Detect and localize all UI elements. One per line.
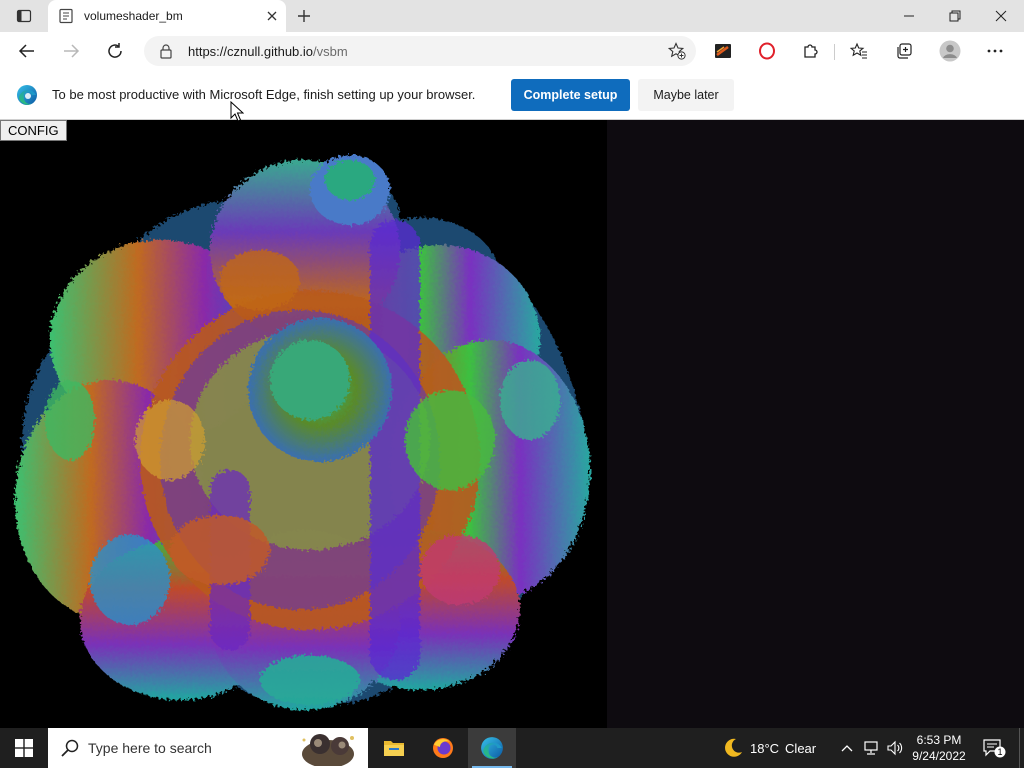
tab-title: volumeshader_bm [84,9,183,23]
restore-button[interactable] [932,0,978,32]
moon-icon [725,738,742,757]
profile-button[interactable] [935,36,965,66]
refresh-icon [108,43,122,58]
notification-count: 1 [997,747,1002,757]
close-icon [267,11,277,21]
edge-logo-icon [17,85,37,105]
weather-widget[interactable]: 18°C Clear [722,728,816,768]
complete-setup-button[interactable]: Complete setup [511,79,630,111]
extension-app-icon [715,44,731,58]
taskbar-search-box[interactable]: Type here to search [48,728,368,768]
page-favicon-icon [59,8,73,24]
firefox-icon [433,738,453,758]
page-content: CONFIG [0,120,1024,728]
minimize-icon [904,15,914,17]
tab-close-button[interactable] [264,8,280,24]
arrow-right-icon [64,44,80,58]
browser-tab[interactable]: volumeshader_bm [48,0,286,32]
volume-button[interactable] [884,728,906,768]
edge-icon [481,737,503,759]
star-plus-icon [668,42,686,60]
puzzle-icon [804,44,818,58]
tab-actions-icon [16,9,32,23]
url-text[interactable]: https://cznull.github.io/vsbm [188,44,348,59]
opera-extension-button[interactable] [752,36,782,66]
more-dots-icon [987,49,1003,53]
extensions-button[interactable] [796,36,826,66]
tab-actions-button[interactable] [8,4,40,28]
close-window-button[interactable] [978,0,1024,32]
browser-toolbar: https://cznull.github.io/vsbm [0,32,1024,70]
search-highlight-gorilla-icon [302,734,354,766]
maybe-later-button[interactable]: Maybe later [638,79,734,111]
search-placeholder: Type here to search [88,740,212,756]
arrow-left-icon [18,44,34,58]
taskbar-firefox[interactable] [419,728,467,768]
plus-icon [298,10,310,22]
show-hidden-icons-button[interactable] [838,728,856,768]
setup-infobar: To be most productive with Microsoft Edg… [0,70,1024,120]
start-button[interactable] [0,728,48,768]
new-tab-button[interactable] [292,5,316,27]
url-path: /vsbm [313,44,348,59]
folder-icon [384,741,404,756]
close-icon [995,10,1007,22]
collections-icon [897,43,912,59]
back-button[interactable] [12,36,42,66]
taskbar: Type here to search 18°C Clear 6:53 PM 9… [0,728,1024,768]
forward-button[interactable] [56,36,86,66]
opera-icon [759,42,775,60]
refresh-button[interactable] [100,36,130,66]
infobar-message: To be most productive with Microsoft Edg… [52,87,476,102]
search-icon [61,739,79,757]
chevron-up-icon [841,745,853,752]
extension-1-button[interactable] [708,36,738,66]
notification-icon: 1 [983,739,1006,758]
weather-description: Clear [785,740,817,756]
toolbar-separator [834,44,835,60]
favorites-button[interactable] [844,36,874,66]
url-host: https://cznull.github.io [188,44,314,59]
collections-button[interactable] [889,36,919,66]
config-button[interactable]: CONFIG [0,120,67,141]
settings-menu-button[interactable] [980,36,1010,66]
show-desktop-button[interactable] [1019,728,1024,768]
weather-temperature: 18°C [750,740,780,756]
restore-icon [949,10,961,22]
mouse-cursor-icon [230,101,244,122]
favorites-icon [850,42,867,59]
network-icon [864,741,878,755]
canvas-background [607,120,1024,728]
minimize-button[interactable] [886,0,932,32]
fractal-render-canvas[interactable] [10,140,600,720]
lock-icon[interactable] [158,43,174,59]
taskbar-file-explorer[interactable] [370,728,418,768]
network-button[interactable] [860,728,882,768]
title-bar: volumeshader_bm [0,0,1024,32]
windows-logo-icon [15,739,33,757]
clock-time: 6:53 PM [916,733,962,747]
taskbar-edge[interactable] [468,728,516,768]
add-favorite-button[interactable] [666,41,688,61]
notification-center-button[interactable]: 1 [978,728,1010,768]
clock-date: 9/24/2022 [912,749,966,763]
taskbar-clock[interactable]: 6:53 PM 9/24/2022 [904,732,974,764]
avatar-icon [939,40,961,62]
speaker-icon [887,740,903,756]
address-bar[interactable]: https://cznull.github.io/vsbm [144,36,696,66]
